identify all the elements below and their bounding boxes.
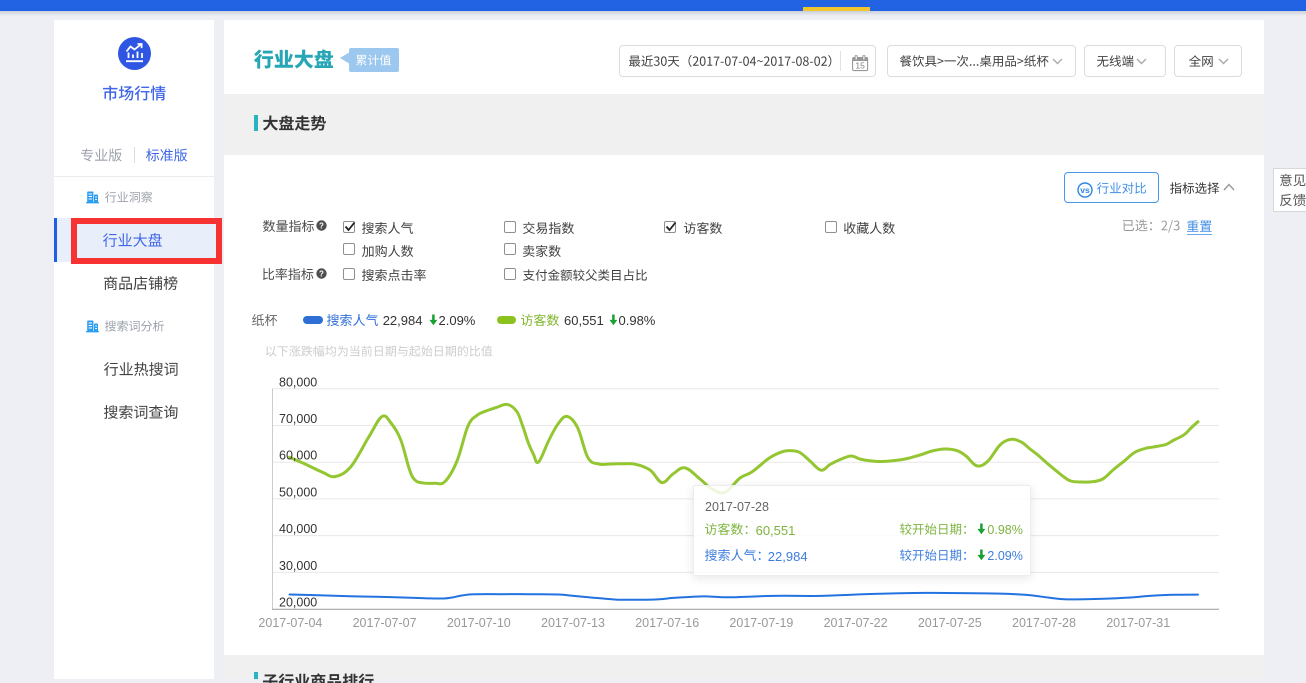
svg-text:40,000: 40,000: [279, 522, 317, 536]
svg-text:2017-07-19: 2017-07-19: [729, 616, 793, 630]
svg-text:30,000: 30,000: [279, 559, 317, 573]
svg-text:2017-07-28: 2017-07-28: [1012, 616, 1076, 630]
svg-text:60,000: 60,000: [279, 449, 317, 463]
svg-text:20,000: 20,000: [279, 596, 317, 610]
svg-text:2017-07-25: 2017-07-25: [918, 616, 982, 630]
svg-text:?: ?: [319, 269, 324, 278]
svg-text:2017-07-31: 2017-07-31: [1106, 616, 1170, 630]
svg-text:?: ?: [319, 221, 324, 230]
svg-text:70,000: 70,000: [279, 412, 317, 426]
svg-text:15: 15: [855, 60, 865, 70]
svg-text:2017-07-04: 2017-07-04: [258, 616, 322, 630]
svg-text:80,000: 80,000: [279, 375, 317, 389]
svg-text:2017-07-16: 2017-07-16: [635, 616, 699, 630]
svg-text:2017-07-22: 2017-07-22: [824, 616, 888, 630]
svg-text:2017-07-13: 2017-07-13: [541, 616, 605, 630]
svg-text:50,000: 50,000: [279, 485, 317, 499]
svg-text:2017-07-10: 2017-07-10: [447, 616, 511, 630]
svg-text:vs: vs: [1080, 185, 1090, 195]
svg-text:2017-07-07: 2017-07-07: [353, 616, 417, 630]
